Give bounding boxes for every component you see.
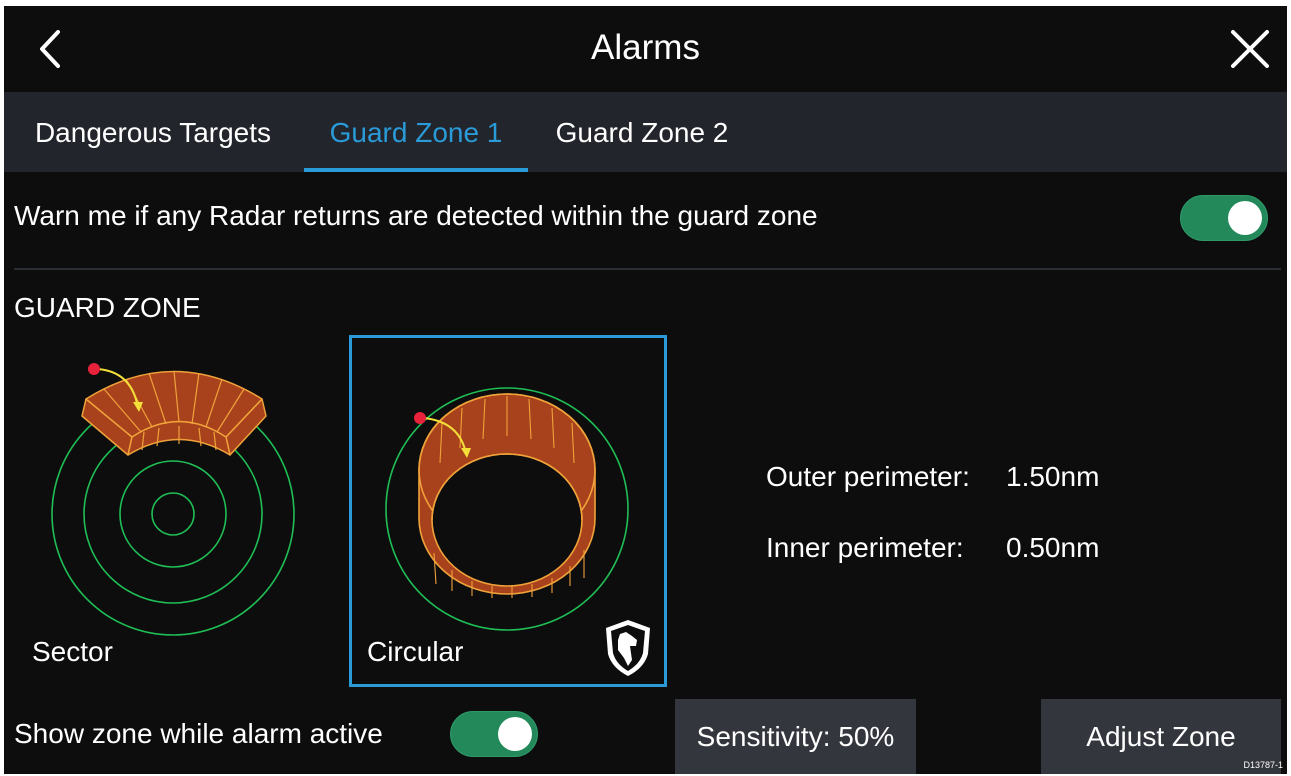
warn-toggle[interactable] — [1180, 195, 1268, 241]
inner-perimeter-label: Inner perimeter: — [766, 532, 964, 563]
tab-guard-zone-2[interactable]: Guard Zone 2 — [542, 92, 742, 172]
close-icon — [1231, 30, 1269, 68]
circular-label: Circular — [367, 636, 464, 667]
sensitivity-button[interactable]: Sensitivity: 50% — [675, 699, 916, 774]
tab-bar: Dangerous Targets Guard Zone 1 Guard Zon… — [4, 92, 1287, 172]
show-zone-label: Show zone while alarm active — [14, 718, 383, 749]
toggle-knob — [498, 717, 532, 751]
warn-label: Warn me if any Radar returns are detecte… — [14, 200, 818, 231]
tab-dangerous-targets[interactable]: Dangerous Targets — [18, 92, 288, 172]
tab-guard-zone-1[interactable]: Guard Zone 1 — [304, 92, 528, 172]
toggle-knob — [1228, 201, 1262, 235]
close-button[interactable] — [1227, 26, 1273, 72]
show-zone-toggle[interactable] — [450, 711, 538, 757]
header-bar: Alarms — [4, 6, 1287, 92]
guard-dog-shield-icon — [606, 620, 650, 676]
circular-zone-option[interactable]: Circular — [349, 335, 667, 687]
divider — [14, 268, 1281, 270]
guard-zone-heading: GUARD ZONE — [14, 292, 201, 323]
sector-label: Sector — [32, 636, 113, 667]
sector-zone-option[interactable]: Sector — [14, 336, 330, 686]
outer-perimeter-value: 1.50nm — [1006, 461, 1100, 492]
document-code: D13787-1 — [1243, 760, 1283, 770]
alarms-dialog: Alarms Dangerous Targets Guard Zone 1 Gu… — [4, 6, 1287, 774]
inner-perimeter-value: 0.50nm — [1006, 532, 1100, 563]
circular-zone-graphic — [385, 387, 650, 676]
page-title: Alarms — [591, 28, 700, 67]
outer-perimeter-label: Outer perimeter: — [766, 461, 970, 492]
sector-zone-graphic — [51, 363, 295, 636]
